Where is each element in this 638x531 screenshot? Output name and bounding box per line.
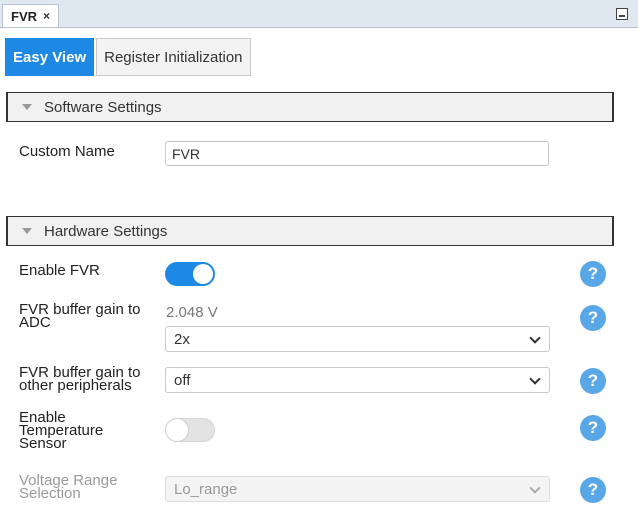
chevron-down-icon [529, 482, 541, 494]
voltage-range-select[interactable]: Lo_range [165, 476, 550, 502]
collapse-triangle-icon [22, 104, 32, 110]
select-value: 2x [174, 330, 190, 348]
label-line: other peripherals [19, 377, 132, 394]
temperature-sensor-label: Enable Temperature Sensor [19, 410, 103, 451]
enable-fvr-label: Enable FVR [19, 262, 100, 279]
custom-name-label: Custom Name [19, 143, 115, 160]
help-icon[interactable]: ? [580, 477, 606, 503]
section-title: Software Settings [44, 98, 162, 116]
fvr-adc-voltage-value: 2.048 V [166, 304, 218, 321]
tab-register-initialization[interactable]: Register Initialization [96, 38, 251, 76]
document-tab-label: FVR [11, 8, 37, 24]
software-settings-header[interactable]: Software Settings [6, 92, 614, 122]
fvr-peripherals-gain-select[interactable]: off [165, 367, 550, 393]
select-value: Lo_range [174, 480, 238, 498]
close-icon[interactable]: × [43, 9, 50, 23]
fvr-buffer-peripherals-label: FVR buffer gain to other peripherals [19, 365, 140, 394]
enable-fvr-toggle[interactable] [165, 262, 215, 286]
minimize-icon[interactable] [616, 8, 628, 20]
title-bar: FVR × [0, 0, 638, 28]
collapse-triangle-icon [22, 228, 32, 234]
document-tab-fvr[interactable]: FVR × [2, 4, 60, 27]
help-icon[interactable]: ? [580, 261, 606, 287]
fvr-buffer-adc-label: FVR buffer gain to ADC [19, 302, 140, 330]
custom-name-input[interactable] [165, 141, 549, 166]
help-icon[interactable]: ? [580, 368, 606, 394]
chevron-down-icon [529, 332, 541, 344]
view-tabs: Easy View Register Initialization [5, 38, 251, 76]
help-icon[interactable]: ? [580, 305, 606, 331]
toggle-knob [193, 264, 213, 284]
fvr-adc-gain-select[interactable]: 2x [165, 326, 550, 352]
section-title: Hardware Settings [44, 222, 168, 240]
toggle-knob [165, 418, 189, 442]
select-value: off [174, 371, 191, 389]
tab-easy-view[interactable]: Easy View [5, 38, 95, 76]
help-icon[interactable]: ? [580, 415, 606, 441]
hardware-settings-header[interactable]: Hardware Settings [6, 216, 614, 246]
temperature-sensor-toggle[interactable] [165, 418, 215, 442]
chevron-down-icon [529, 373, 541, 385]
voltage-range-label: Voltage Range Selection [19, 473, 117, 501]
